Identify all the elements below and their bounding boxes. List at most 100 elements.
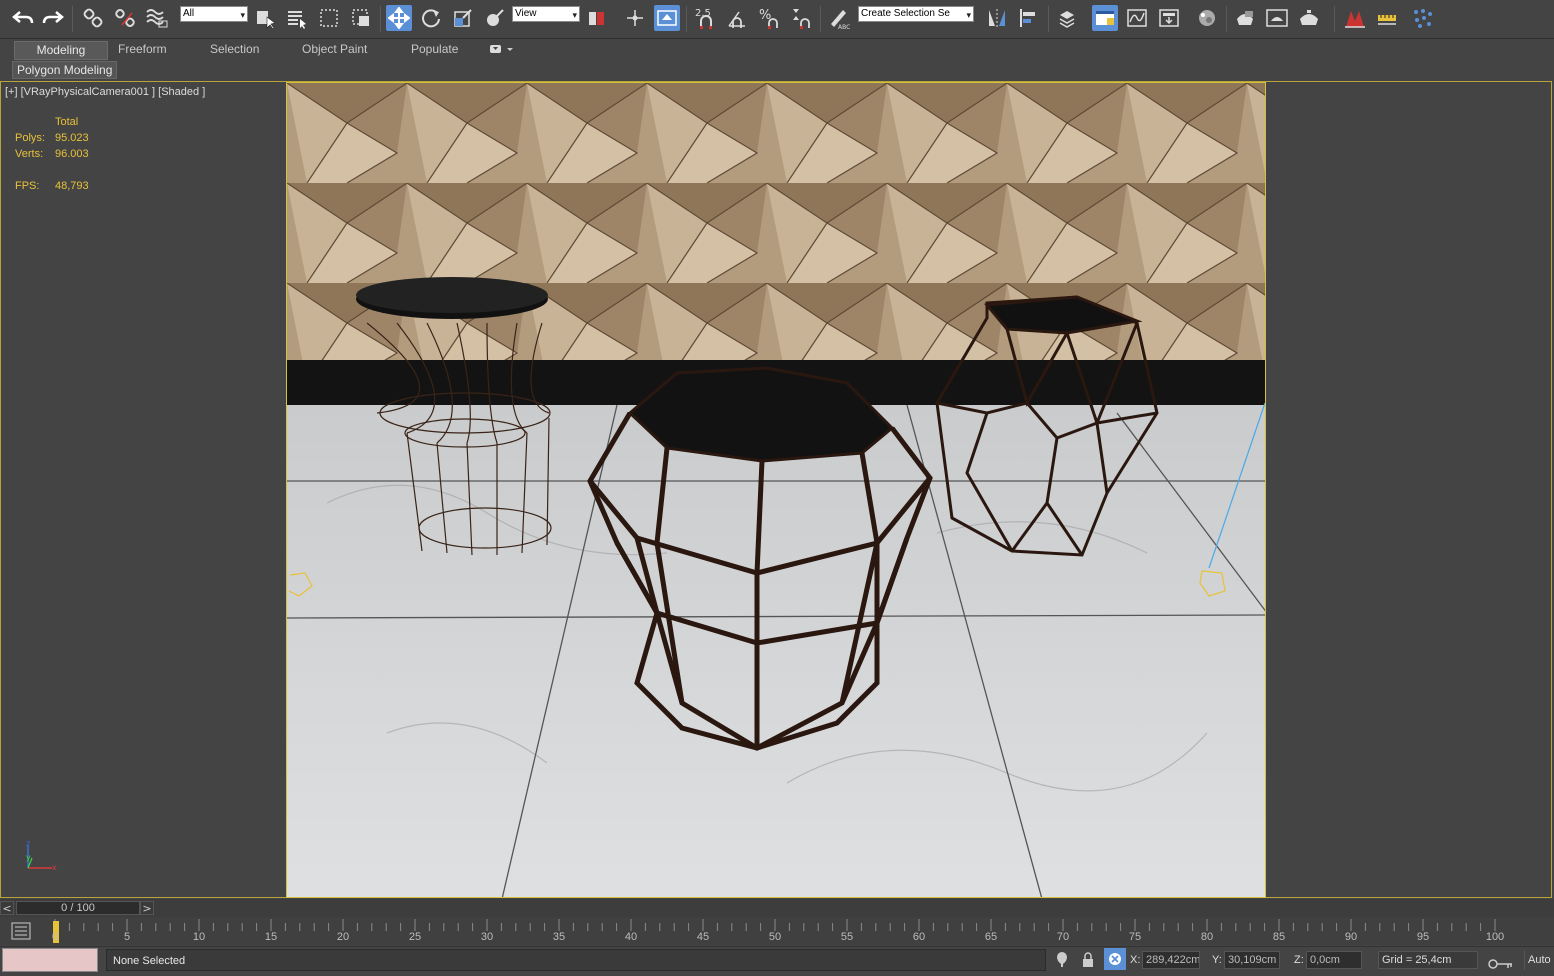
svg-text:ABC: ABC (838, 24, 850, 30)
timeline-tick-label: 100 (1485, 931, 1505, 943)
redo-icon[interactable] (40, 5, 66, 31)
named-selection-value: Create Selection Se (861, 8, 950, 19)
render-production-icon[interactable] (1296, 5, 1322, 31)
timeline-tick-label: 15 (264, 931, 278, 943)
verts-value: 96.003 (55, 148, 89, 160)
axis-tripod: z y x (20, 838, 60, 874)
toolbar-separator (380, 6, 381, 32)
bind-to-space-warp-icon[interactable] (144, 5, 170, 31)
grid-size-display: Grid = 25,4cm (1378, 951, 1478, 969)
named-selection-sets-dropdown[interactable]: Create Selection Se ▾ (858, 6, 974, 22)
select-and-link-icon[interactable] (80, 5, 106, 31)
axis-x-label: x (52, 863, 57, 872)
timeline-tick-label: 70 (1056, 931, 1070, 943)
tab-modeling[interactable]: Modeling (14, 41, 108, 60)
render-setup-icon[interactable] (1232, 5, 1258, 31)
pivot-point-center-icon[interactable] (584, 5, 610, 31)
schematic-view-icon[interactable] (1156, 5, 1182, 31)
percent-snap-toggle-icon[interactable]: % (756, 5, 782, 31)
z-coordinate-field[interactable]: 0,0cm (1306, 951, 1362, 969)
toolbar-separator (686, 6, 687, 32)
spinner-snap-toggle-icon[interactable] (788, 5, 814, 31)
lock-icon[interactable] (1080, 950, 1096, 970)
marble-floor (287, 405, 1265, 897)
toolbar-separator (1334, 6, 1335, 32)
timeline-tick-label: 30 (480, 931, 494, 943)
timeline-tick-label: 95 (1416, 931, 1430, 943)
tab-freeform[interactable]: Freeform (112, 41, 173, 58)
window-crossing-icon[interactable] (348, 5, 374, 31)
absolute-mode-transform-icon[interactable] (1104, 948, 1126, 970)
angle-snap-toggle-icon[interactable] (724, 5, 750, 31)
material-editor-icon[interactable] (1194, 5, 1220, 31)
timeline-tick-label: 20 (336, 931, 350, 943)
open-mini-curve-editor-icon[interactable] (6, 921, 36, 941)
chevron-down-icon: ▾ (240, 10, 245, 20)
timeline-tick-label: 80 (1200, 931, 1214, 943)
set-key-icon[interactable] (1488, 957, 1514, 971)
isolate-selection-icon[interactable] (1054, 950, 1070, 970)
x-coordinate-field[interactable]: 289,422cm (1142, 951, 1200, 969)
unlink-selection-icon[interactable] (112, 5, 138, 31)
axis-z-label: z (26, 839, 30, 848)
timeline-tick-label: 25 (408, 931, 422, 943)
select-and-rotate-icon[interactable] (418, 5, 444, 31)
x-coordinate-label: X: (1130, 954, 1141, 966)
particle-view-icon[interactable] (1410, 5, 1436, 31)
vray-frame-buffer-icon[interactable] (1342, 5, 1368, 31)
reference-coordinate-value: View (515, 8, 537, 19)
select-and-place-icon[interactable] (482, 5, 508, 31)
timeline-tick-label: 60 (912, 931, 926, 943)
keyboard-shortcut-override-icon[interactable] (654, 5, 680, 31)
chevron-down-icon: ▾ (966, 10, 971, 20)
toggle-scene-explorer-icon[interactable] (1054, 5, 1080, 31)
time-slider-bar (0, 899, 1554, 917)
vray-tools-icon[interactable] (1374, 5, 1400, 31)
reference-coordinate-dropdown[interactable]: View ▾ (512, 6, 580, 22)
timeline-tick-label: 75 (1128, 931, 1142, 943)
y-coordinate-label: Y: (1212, 954, 1222, 966)
edit-named-selection-sets-icon[interactable]: ABC (826, 5, 852, 31)
select-and-scale-icon[interactable] (450, 5, 476, 31)
auto-key-button[interactable]: Auto (1524, 950, 1554, 970)
selection-filter-dropdown[interactable]: All ▾ (180, 6, 248, 22)
tab-object-paint[interactable]: Object Paint (296, 41, 373, 58)
timeline-tick-label: 35 (552, 931, 566, 943)
chevron-down-icon: ▾ (572, 10, 577, 20)
select-object-icon[interactable] (252, 5, 278, 31)
toggle-layer-explorer-icon[interactable] (1092, 5, 1118, 31)
rectangular-selection-region-icon[interactable] (316, 5, 342, 31)
select-by-name-icon[interactable] (284, 5, 310, 31)
tab-selection[interactable]: Selection (204, 41, 265, 58)
curve-editor-icon[interactable] (1124, 5, 1150, 31)
align-icon[interactable] (1016, 5, 1042, 31)
tab-populate[interactable]: Populate (405, 41, 464, 58)
camera-render-view[interactable] (286, 82, 1266, 898)
toolbar-separator (1226, 6, 1227, 32)
y-coordinate-field[interactable]: 30,109cm (1224, 951, 1280, 969)
viewport-label[interactable]: [+] [VRayPhysicalCamera001 ] [Shaded ] (5, 86, 205, 98)
rendered-frame-window-icon[interactable] (1264, 5, 1290, 31)
time-slider[interactable]: 0 / 100 (16, 901, 140, 915)
timeline-tick-label: 50 (768, 931, 782, 943)
select-and-move-icon[interactable] (386, 5, 412, 31)
mirror-icon[interactable] (984, 5, 1010, 31)
polys-label: Polys: (15, 132, 45, 144)
select-manipulate-icon[interactable] (622, 5, 648, 31)
maxscript-listener[interactable] (2, 948, 98, 972)
z-coordinate-label: Z: (1294, 954, 1304, 966)
previous-frame-button[interactable]: < (0, 901, 14, 915)
timeline-tick-label: 55 (840, 931, 854, 943)
next-frame-button[interactable]: > (140, 901, 154, 915)
fps-label: FPS: (15, 180, 40, 192)
timeline-tick-label: 85 (1272, 931, 1286, 943)
polygon-modeling-panel[interactable]: Polygon Modeling (12, 61, 118, 79)
scene-image (287, 83, 1265, 897)
timeline-tick-label: 10 (192, 931, 206, 943)
selection-status: None Selected (106, 949, 1046, 971)
polys-value: 95.023 (55, 132, 89, 144)
undo-icon[interactable] (10, 5, 36, 31)
main-toolbar: All ▾ View ▾ 2.5 % ABC Create Selection … (0, 0, 1554, 39)
snaps-toggle-icon[interactable]: 2.5 (692, 5, 718, 31)
ribbon-options-icon[interactable] (488, 43, 516, 56)
